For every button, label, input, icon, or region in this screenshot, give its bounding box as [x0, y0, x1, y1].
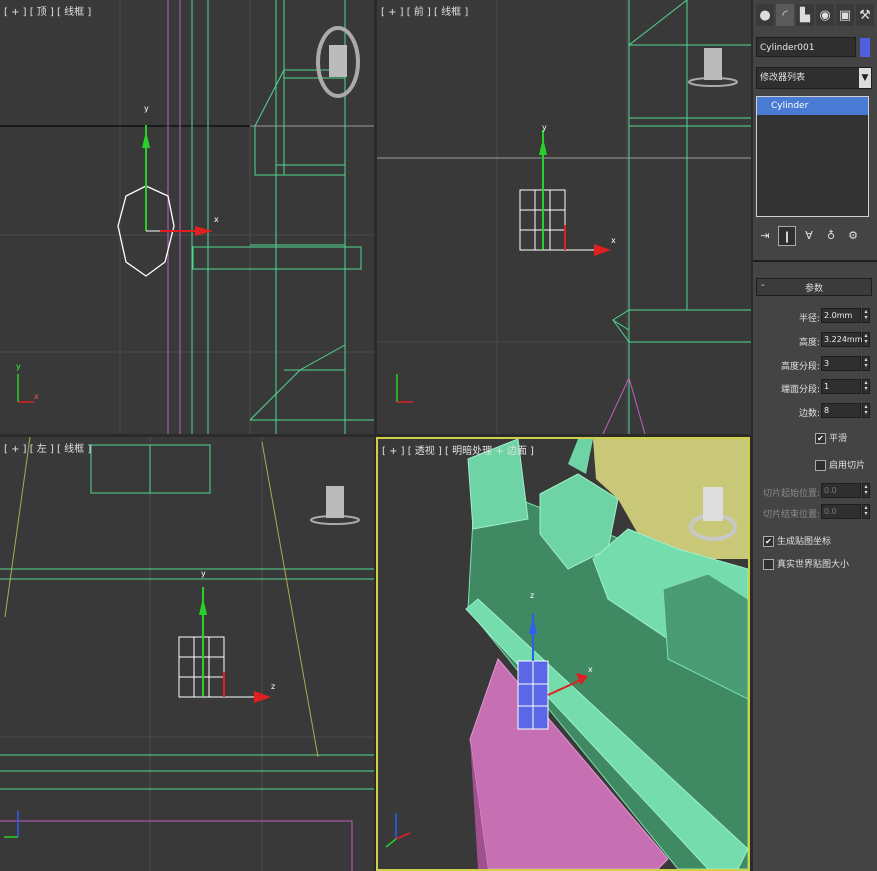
height-segments-input[interactable]: 3 — [821, 356, 861, 371]
top-gizmo-y: y — [16, 362, 21, 371]
create-icon[interactable]: ● — [756, 4, 774, 26]
cap-segments-input[interactable]: 1 — [821, 379, 861, 394]
remove-modifier-icon[interactable]: ♁ — [822, 226, 840, 246]
slice-from-input[interactable]: 0.0 — [821, 483, 861, 498]
show-end-result-icon[interactable]: ❙ — [778, 226, 796, 246]
param-label: 端面分段: — [780, 385, 820, 395]
stack-item-cylinder[interactable]: Cylinder — [757, 97, 868, 115]
param-slice-from: 切片起始位置: 0.0 ▴ ▾ — [756, 482, 872, 500]
top-y-axis-label: y — [144, 104, 149, 113]
modifier-list-dropdown[interactable]: 修改器列表 ▼ — [756, 67, 872, 89]
param-label: 边数: — [798, 409, 820, 419]
param-label: 切片起始位置: — [762, 489, 820, 499]
viewport-top-label[interactable]: [ + ] [ 顶 ] [ 线框 ] — [4, 3, 91, 18]
param-sides: 边数: 8 ▴ ▾ — [756, 402, 872, 420]
viewport-front-canvas — [377, 0, 751, 434]
left-y-axis-label: y — [201, 569, 206, 578]
left-z-axis-label: z — [271, 682, 276, 691]
viewport-perspective-label[interactable]: [ + ] [ 透视 ] [ 明暗处理 + 边面 ] — [382, 442, 534, 457]
param-height-segments: 高度分段: 3 ▴ ▾ — [756, 355, 872, 373]
viewport-left-label[interactable]: [ + ] [ 左 ] [ 线框 ] — [4, 440, 91, 455]
spinner-icon[interactable]: ▴ ▾ — [862, 379, 870, 394]
spinner-icon[interactable]: ▴ ▾ — [862, 332, 870, 347]
rollout-title: 参数 — [804, 284, 823, 294]
spinner-icon[interactable]: ▴ ▾ — [862, 504, 870, 519]
pin-stack-icon[interactable]: ⇥ — [756, 226, 774, 246]
persp-x-axis-label: x — [588, 665, 593, 674]
smooth-checkbox[interactable]: ✔ 平滑 — [815, 431, 847, 444]
utilities-icon[interactable]: ⚒ — [856, 4, 874, 26]
param-height: 高度: 3.224mm ▴ ▾ — [756, 331, 872, 349]
real-world-map-checkbox[interactable]: 真实世界贴图大小 — [763, 557, 849, 570]
checkbox-box[interactable]: ✔ — [763, 536, 774, 547]
checkbox-box[interactable]: ✔ — [815, 433, 826, 444]
front-x-axis-label: x — [611, 236, 616, 245]
modifier-stack[interactable]: Cylinder — [756, 96, 869, 217]
command-panel: ● ◜ ▙ ◉ ▣ ⚒ Cylinder001 修改器列表 ▼ Cylinder… — [753, 0, 877, 871]
persp-z-axis-label: z — [530, 591, 535, 600]
chevron-down-icon[interactable]: ▼ — [859, 68, 871, 88]
height-input[interactable]: 3.224mm — [821, 332, 863, 347]
viewport-perspective-canvas — [385, 439, 748, 869]
top-x-axis-label: x — [214, 215, 219, 224]
radius-input[interactable]: 2.0mm — [821, 308, 861, 323]
spinner-icon[interactable]: ▴ ▾ — [862, 308, 870, 323]
hierarchy-icon[interactable]: ▙ — [796, 4, 814, 26]
param-label: 切片结束位置: — [762, 510, 820, 520]
motion-icon[interactable]: ◉ — [816, 4, 834, 26]
slice-on-checkbox[interactable]: 启用切片 — [815, 458, 865, 471]
param-cap-segments: 端面分段: 1 ▴ ▾ — [756, 378, 872, 396]
param-label: 半径: — [798, 314, 820, 324]
stack-toolbar: ⇥ ❙ ∀ ♁ ⚙ — [756, 225, 874, 247]
viewport-left[interactable]: [ + ] [ 左 ] [ 线框 ] y z — [0, 437, 374, 871]
slice-to-input[interactable]: 0.0 — [821, 504, 861, 519]
checkbox-label: 平滑 — [829, 434, 848, 444]
viewport-perspective[interactable]: [ + ] [ 透视 ] [ 明暗处理 + 边面 ] z x — [376, 437, 750, 871]
checkbox-box[interactable] — [763, 559, 774, 570]
generate-mapping-checkbox[interactable]: ✔ 生成贴图坐标 — [763, 534, 831, 547]
panel-divider — [753, 260, 877, 262]
viewport-front-label[interactable]: [ + ] [ 前 ] [ 线框 ] — [381, 3, 468, 18]
param-label: 高度: — [798, 338, 820, 348]
param-label: 高度分段: — [780, 362, 820, 372]
make-unique-icon[interactable]: ∀ — [800, 226, 818, 246]
configure-sets-icon[interactable]: ⚙ — [844, 226, 862, 246]
modify-icon[interactable]: ◜ — [776, 4, 794, 26]
display-icon[interactable]: ▣ — [836, 4, 854, 26]
checkbox-label: 生成贴图坐标 — [777, 537, 832, 547]
checkbox-label: 启用切片 — [829, 461, 866, 471]
sides-input[interactable]: 8 — [821, 403, 861, 418]
spinner-icon[interactable]: ▴ ▾ — [862, 483, 870, 498]
viewport-top[interactable]: [ + ] [ 顶 ] [ 线框 ] y x y x — [0, 0, 374, 434]
param-slice-to: 切片结束位置: 0.0 ▴ ▾ — [756, 503, 872, 521]
spinner-icon[interactable]: ▴ ▾ — [862, 356, 870, 371]
front-y-axis-label: y — [542, 123, 547, 132]
top-gizmo-x: x — [34, 392, 39, 401]
object-color-swatch[interactable] — [860, 38, 870, 57]
viewport-front[interactable]: [ + ] [ 前 ] [ 线框 ] y x — [377, 0, 751, 434]
parameters-rollout-header[interactable]: - 参数 — [756, 278, 872, 296]
spinner-icon[interactable]: ▴ ▾ — [862, 403, 870, 418]
modifier-list-label: 修改器列表 — [760, 73, 806, 83]
checkbox-box[interactable] — [815, 460, 826, 471]
param-radius: 半径: 2.0mm ▴ ▾ — [756, 307, 872, 325]
command-panel-tabs: ● ◜ ▙ ◉ ▣ ⚒ — [756, 4, 876, 28]
checkbox-label: 真实世界贴图大小 — [777, 560, 850, 570]
viewport-top-canvas — [0, 0, 374, 434]
viewport-left-canvas — [0, 437, 374, 871]
object-name-field[interactable]: Cylinder001 — [756, 37, 856, 57]
